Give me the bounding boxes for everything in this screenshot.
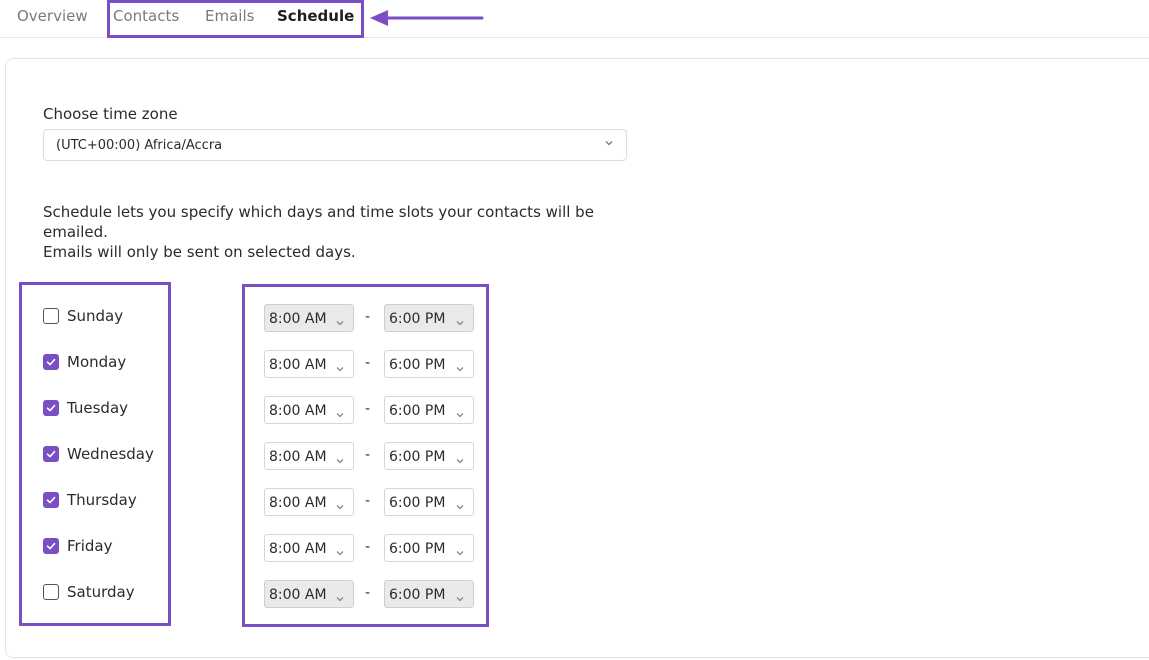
end-time-value: 6:00 PM [389, 541, 446, 557]
tab-contacts[interactable]: Contacts [113, 7, 179, 25]
end-time-value: 6:00 PM [389, 449, 446, 465]
end-time-select[interactable]: 6:00 PM [384, 580, 474, 608]
chevron-down-icon [455, 589, 465, 608]
start-time-value: 8:00 AM [269, 311, 327, 327]
time-separator: - [365, 401, 371, 417]
chevron-down-icon [455, 497, 465, 516]
day-label: Saturday [67, 583, 135, 601]
time-slot-row-sunday: 8:00 AM - 6:00 PM [264, 304, 474, 332]
day-row-wednesday: Wednesday [43, 444, 154, 464]
chevron-down-icon [455, 543, 465, 562]
check-icon [45, 448, 57, 460]
end-time-select[interactable]: 6:00 PM [384, 488, 474, 516]
end-time-select[interactable]: 6:00 PM [384, 534, 474, 562]
start-time-select[interactable]: 8:00 AM [264, 396, 354, 424]
start-time-value: 8:00 AM [269, 587, 327, 603]
start-time-select[interactable]: 8:00 AM [264, 534, 354, 562]
day-row-monday: Monday [43, 352, 126, 372]
chevron-down-icon [455, 405, 465, 424]
timezone-select[interactable]: (UTC+00:00) Africa/Accra [43, 129, 627, 161]
start-time-select[interactable]: 8:00 AM [264, 442, 354, 470]
time-separator: - [365, 539, 371, 555]
day-row-friday: Friday [43, 536, 112, 556]
start-time-select[interactable]: 8:00 AM [264, 580, 354, 608]
description-line-1: Schedule lets you specify which days and… [43, 203, 594, 241]
description-line-2: Emails will only be sent on selected day… [43, 243, 356, 261]
time-separator: - [365, 447, 371, 463]
check-icon [45, 356, 57, 368]
day-row-saturday: Saturday [43, 582, 135, 602]
start-time-select[interactable]: 8:00 AM [264, 488, 354, 516]
chevron-down-icon [335, 313, 345, 332]
checkbox-monday[interactable] [43, 354, 59, 370]
start-time-value: 8:00 AM [269, 403, 327, 419]
day-label: Wednesday [67, 445, 154, 463]
time-separator: - [365, 585, 371, 601]
timezone-value: (UTC+00:00) Africa/Accra [56, 138, 223, 153]
day-row-thursday: Thursday [43, 490, 137, 510]
chevron-down-icon [335, 359, 345, 378]
end-time-select[interactable]: 6:00 PM [384, 304, 474, 332]
time-separator: - [365, 493, 371, 509]
time-slot-row-tuesday: 8:00 AM - 6:00 PM [264, 396, 474, 424]
day-label: Sunday [67, 307, 124, 325]
end-time-value: 6:00 PM [389, 495, 446, 511]
time-slot-row-friday: 8:00 AM - 6:00 PM [264, 534, 474, 562]
time-slot-row-wednesday: 8:00 AM - 6:00 PM [264, 442, 474, 470]
chevron-down-icon [335, 451, 345, 470]
checkbox-friday[interactable] [43, 538, 59, 554]
day-label: Thursday [67, 491, 137, 509]
check-icon [45, 540, 57, 552]
time-slot-row-thursday: 8:00 AM - 6:00 PM [264, 488, 474, 516]
chevron-down-icon [335, 405, 345, 424]
checkbox-tuesday[interactable] [43, 400, 59, 416]
start-time-value: 8:00 AM [269, 495, 327, 511]
time-separator: - [365, 355, 371, 371]
end-time-value: 6:00 PM [389, 587, 446, 603]
timezone-label: Choose time zone [43, 105, 178, 123]
time-slot-row-saturday: 8:00 AM - 6:00 PM [264, 580, 474, 608]
tab-schedule[interactable]: Schedule [277, 7, 354, 25]
start-time-select[interactable]: 8:00 AM [264, 304, 354, 332]
end-time-select[interactable]: 6:00 PM [384, 396, 474, 424]
tab-bar: Overview Contacts Emails Schedule [0, 0, 1149, 38]
end-time-value: 6:00 PM [389, 311, 446, 327]
start-time-value: 8:00 AM [269, 541, 327, 557]
start-time-value: 8:00 AM [269, 357, 327, 373]
end-time-value: 6:00 PM [389, 403, 446, 419]
checkbox-saturday[interactable] [43, 584, 59, 600]
day-label: Monday [67, 353, 127, 371]
day-row-tuesday: Tuesday [43, 398, 128, 418]
day-row-sunday: Sunday [43, 306, 123, 326]
chevron-down-icon [455, 313, 465, 332]
schedule-description: Schedule lets you specify which days and… [43, 202, 633, 262]
day-label: Tuesday [67, 399, 129, 417]
checkbox-wednesday[interactable] [43, 446, 59, 462]
checkbox-sunday[interactable] [43, 308, 59, 324]
tab-emails[interactable]: Emails [205, 7, 254, 25]
chevron-down-icon [605, 141, 613, 146]
time-separator: - [365, 309, 371, 325]
time-slot-row-monday: 8:00 AM - 6:00 PM [264, 350, 474, 378]
end-time-value: 6:00 PM [389, 357, 446, 373]
chevron-down-icon [335, 589, 345, 608]
day-label: Friday [67, 537, 113, 555]
chevron-down-icon [335, 543, 345, 562]
chevron-down-icon [335, 497, 345, 516]
start-time-select[interactable]: 8:00 AM [264, 350, 354, 378]
check-icon [45, 494, 57, 506]
check-icon [45, 402, 57, 414]
end-time-select[interactable]: 6:00 PM [384, 350, 474, 378]
checkbox-thursday[interactable] [43, 492, 59, 508]
chevron-down-icon [455, 359, 465, 378]
tab-overview[interactable]: Overview [17, 7, 88, 25]
chevron-down-icon [455, 451, 465, 470]
end-time-select[interactable]: 6:00 PM [384, 442, 474, 470]
start-time-value: 8:00 AM [269, 449, 327, 465]
